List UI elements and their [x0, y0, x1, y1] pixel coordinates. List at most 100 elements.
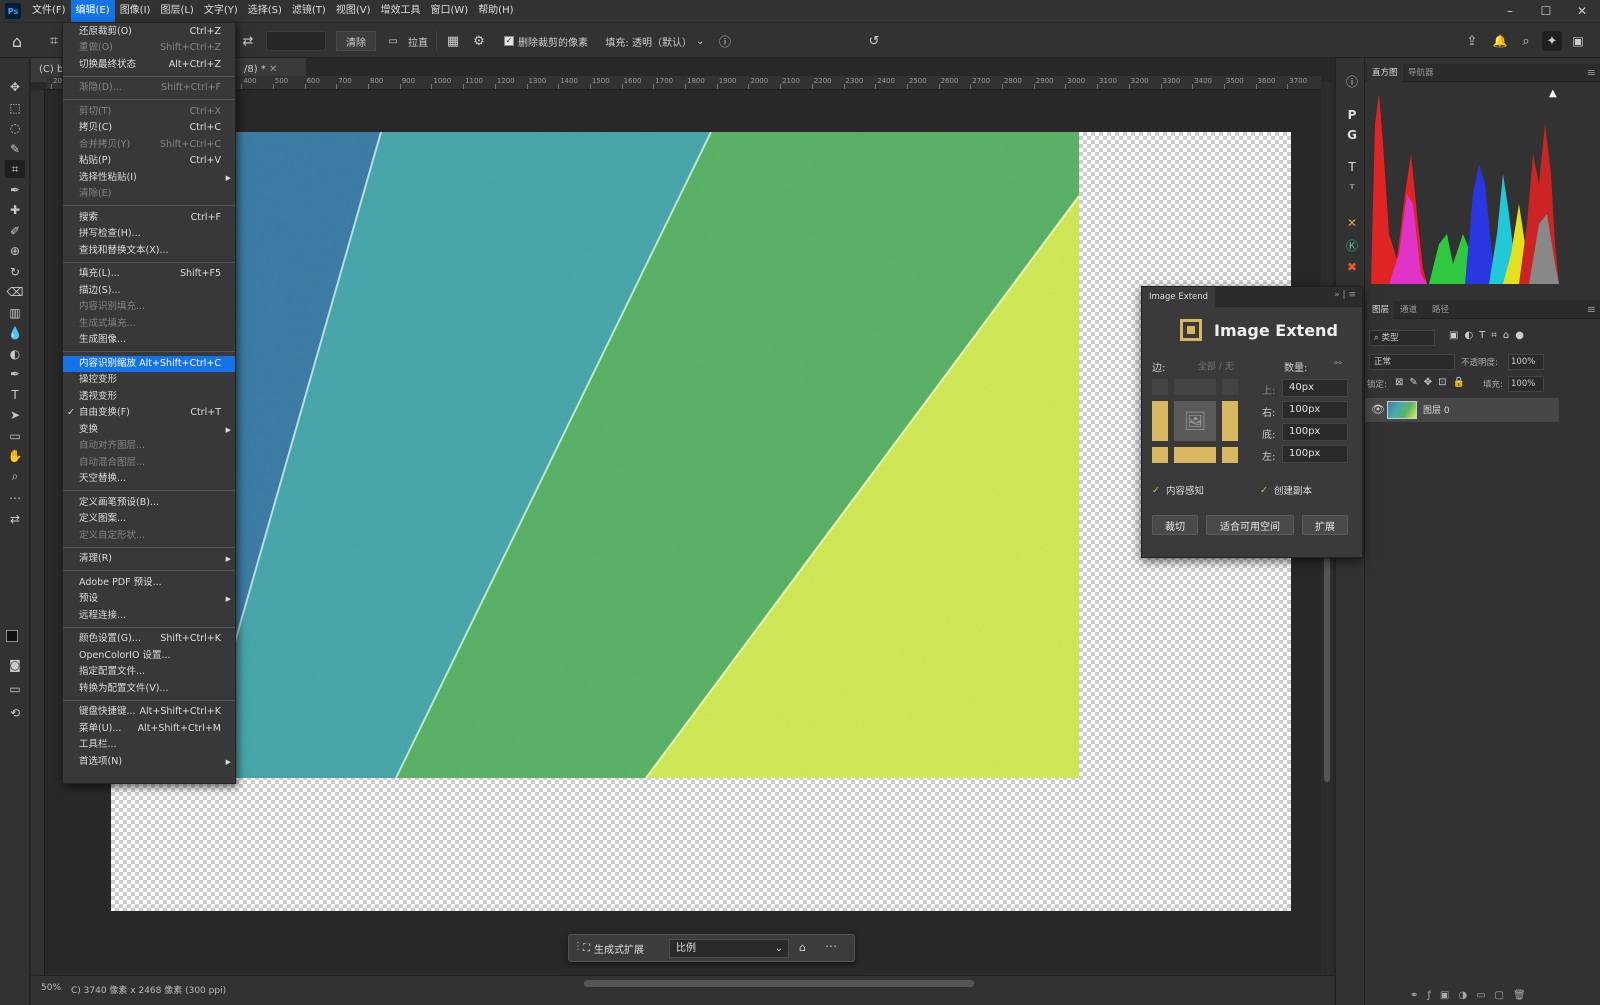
blend-mode-dropdown[interactable]: 正常	[1369, 354, 1455, 370]
edit-menu-item[interactable]: 粘贴(P) Ctrl+V	[63, 153, 235, 169]
maximize-button[interactable]: ☐	[1528, 0, 1564, 22]
fill-input[interactable]: 100%	[1508, 376, 1544, 392]
marquee-tool-icon[interactable]: ⬚	[5, 99, 25, 117]
doc-info[interactable]: C) 3740 像素 x 2468 像素 (300 ppi)	[71, 983, 226, 996]
lasso-tool-icon[interactable]: ◌	[5, 119, 25, 137]
edit-menu-item[interactable]: 描边(S)...	[63, 283, 235, 299]
menu-3[interactable]: 图层(L)	[155, 0, 198, 22]
edit-menu-item[interactable]: 透视变形	[63, 389, 235, 405]
edit-menu-item[interactable]: 预设 ▶	[63, 591, 235, 607]
delete-cropped-checkbox[interactable]: ✓ 删除裁剪的像素	[504, 31, 594, 51]
healing-tool-icon[interactable]: ✚	[5, 201, 25, 219]
canvas-workspace[interactable]	[46, 91, 1321, 975]
eyedropper-tool-icon[interactable]: ✒	[5, 181, 25, 199]
left-amount-input[interactable]: 100px	[1282, 445, 1348, 463]
foreground-color-swatch[interactable]	[6, 630, 18, 642]
edge-left-cell[interactable]	[1152, 401, 1168, 441]
menu-0[interactable]: 文件(F)	[27, 0, 71, 22]
gradient-tool-icon[interactable]: ▥	[5, 304, 25, 322]
corner-cell[interactable]	[1152, 379, 1168, 395]
warning-icon[interactable]: ▲	[1549, 88, 1557, 99]
plugin-x-orange-icon[interactable]: ✕	[1343, 214, 1361, 232]
edit-menu-item[interactable]: 指定配置文件...	[63, 664, 235, 680]
clear-button[interactable]: 清除	[336, 31, 376, 51]
dodge-tool-icon[interactable]: ◐	[5, 345, 25, 363]
tab-navigator[interactable]: 导航器	[1403, 64, 1439, 82]
menu-2[interactable]: 图像(I)	[115, 0, 156, 22]
all-none-toggle[interactable]: 全部 / 无	[1198, 359, 1234, 372]
straighten-button[interactable]: 拉直	[404, 31, 432, 51]
brush-tool-icon[interactable]: ✐	[5, 222, 25, 240]
history-brush-tool-icon[interactable]: ↻	[5, 263, 25, 281]
content-aware-checkbox[interactable]: ✓ 内容感知	[1152, 483, 1204, 498]
drag-handle-icon[interactable]: ⋮	[573, 941, 583, 952]
grid-overlay-icon[interactable]: ▦	[444, 31, 462, 51]
home-icon[interactable]: ⌂	[6, 31, 28, 51]
tab-image-extend[interactable]: Image Extend	[1142, 287, 1216, 307]
plugin-x-multi-icon[interactable]: ✖	[1343, 258, 1361, 276]
tab-histogram[interactable]: 直方图	[1367, 64, 1403, 82]
edit-menu-item[interactable]: 选择性粘贴(I) ▶	[63, 170, 235, 186]
edit-menu-item[interactable]: 定义图案...	[63, 511, 235, 527]
share-icon[interactable]: ⇪	[1462, 31, 1482, 51]
zoom-tool-icon[interactable]: ⌕	[5, 468, 25, 486]
menu-10[interactable]: 帮助(H)	[473, 0, 518, 22]
edit-menu-item[interactable]: 颜色设置(G)... Shift+Ctrl+K	[63, 631, 235, 647]
tab-layers[interactable]: 图层	[1367, 301, 1395, 319]
zoom-level[interactable]: 50%	[41, 983, 61, 993]
lock-icons[interactable]: ⊠✎✥⊡🔒	[1395, 377, 1471, 388]
edit-menu-item[interactable]: 拼写检查(H)...	[63, 226, 235, 242]
info-panel-icon[interactable]: ⓘ	[1343, 72, 1361, 90]
edit-menu-item[interactable]: Adobe PDF 预设...	[63, 575, 235, 591]
edge-top-cell[interactable]	[1174, 379, 1216, 395]
menu-7[interactable]: 视图(V)	[331, 0, 376, 22]
quick-select-tool-icon[interactable]: ✎	[5, 140, 25, 158]
crop-button[interactable]: 裁切	[1152, 515, 1198, 535]
edit-menu-item[interactable]: 拷贝(C) Ctrl+C	[63, 120, 235, 136]
edit-menu-item[interactable]: 填充(L)... Shift+F5	[63, 266, 235, 282]
settings-icon[interactable]: ⌂	[799, 941, 806, 954]
eraser-tool-icon[interactable]: ⌫	[5, 283, 25, 301]
edit-menu-item[interactable]: 菜单(U)... Alt+Shift+Ctrl+M	[63, 721, 235, 737]
create-copy-checkbox[interactable]: ✓ 创建副本	[1260, 483, 1312, 498]
generative-expand-button[interactable]: ⛶ 生成式扩展	[583, 939, 663, 958]
edit-menu-item[interactable]: 转换为配置文件(V)...	[63, 681, 235, 697]
horizontal-scroll-thumb[interactable]	[584, 980, 974, 987]
edit-menu-item[interactable]: 还原裁剪(O) Ctrl+Z	[63, 24, 235, 40]
corner-cell[interactable]	[1222, 379, 1238, 395]
plugin-t-icon[interactable]: T	[1343, 158, 1361, 176]
layer-row[interactable]: 👁 图层 0	[1365, 398, 1559, 422]
edit-menu-item[interactable]: 清理(R) ▶	[63, 551, 235, 567]
lightbulb-icon[interactable]: ✦	[1542, 31, 1562, 51]
move-tool-icon[interactable]: ✥	[5, 78, 25, 96]
edit-menu-item[interactable]: 远程连接...	[63, 608, 235, 624]
eye-icon[interactable]: 👁	[1371, 403, 1385, 416]
edit-menu-item[interactable]: 首选项(N) ▶	[63, 754, 235, 770]
shape-tool-icon[interactable]: ▭	[5, 427, 25, 445]
edit-toolbar-icon[interactable]: ⇄	[5, 510, 25, 528]
fit-available-space-button[interactable]: 适合可用空间	[1206, 515, 1294, 535]
edge-right-cell[interactable]	[1222, 401, 1238, 441]
menu-6[interactable]: 滤镜(T)	[287, 0, 331, 22]
search-icon[interactable]: ⌕	[1516, 31, 1536, 51]
layer-action-icons[interactable]: ⚭ƒ▣◑▭▢🗑	[1410, 990, 1535, 1001]
gear-icon[interactable]: ⚙	[470, 31, 488, 51]
edit-menu-item[interactable]: 搜索 Ctrl+F	[63, 210, 235, 226]
edit-menu-item[interactable]: 工具栏...	[63, 737, 235, 753]
info-icon[interactable]: ⓘ	[716, 31, 734, 51]
workspace-icon[interactable]: ▣	[1568, 31, 1588, 51]
minimize-button[interactable]: –	[1492, 0, 1528, 22]
tab-paths[interactable]: 路径	[1427, 301, 1454, 319]
more-icon[interactable]: ⋯	[825, 939, 837, 953]
more-tools-icon[interactable]: ⋯	[5, 489, 25, 507]
bottom-amount-input[interactable]: 100px	[1282, 423, 1348, 441]
edit-menu-item[interactable]: ✓ 自由变换(F) Ctrl+T	[63, 405, 235, 421]
edit-menu-item[interactable]: 生成图像...	[63, 332, 235, 348]
layer-filter-dropdown[interactable]: ⌕ 类型	[1369, 330, 1435, 346]
edit-menu-item[interactable]: 键盘快捷键... Alt+Shift+Ctrl+K	[63, 704, 235, 720]
panel-menu-icon[interactable]: ≡	[1587, 303, 1596, 316]
ratio-dropdown[interactable]: 比例 ⌄	[669, 939, 789, 958]
hand-tool-icon[interactable]: ✋	[5, 447, 25, 465]
pen-tool-icon[interactable]: ✒	[5, 365, 25, 383]
menu-4[interactable]: 文字(Y)	[199, 0, 243, 22]
